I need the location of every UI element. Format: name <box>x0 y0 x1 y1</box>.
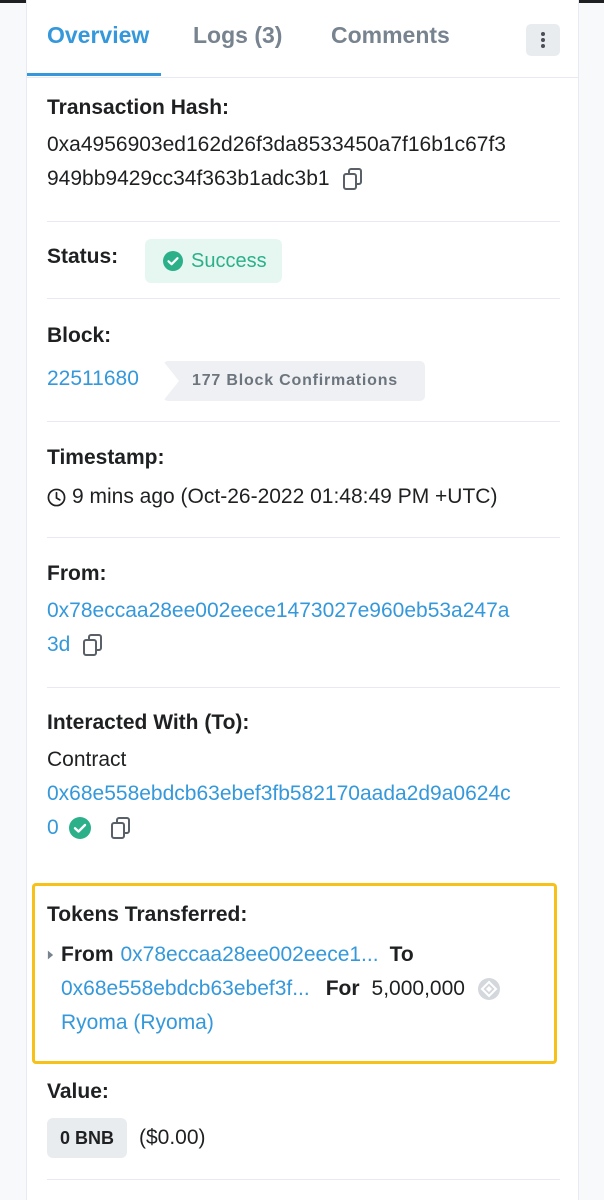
bnb-amount-badge: 0 BNB <box>47 1118 127 1158</box>
status-label: Status: <box>47 245 119 268</box>
to-address-line1[interactable]: 0x68e558ebdcb63ebef3fb582170aada2d9a0624… <box>47 777 560 811</box>
transaction-card: Overview Logs (3) Comments Transaction H… <box>26 0 579 1200</box>
tx-hash-line2-wrap: 949bb9429cc34f363b1adc3b1 <box>47 162 560 196</box>
timestamp-label: Timestamp: <box>47 446 165 469</box>
timestamp-value-wrap: 9 mins ago (Oct-26-2022 01:48:49 PM +UTC… <box>47 480 560 514</box>
block-number-wrap: 22511680 <box>47 362 157 396</box>
token-for-label: For <box>325 977 360 1000</box>
to-contract-prefix: Contract <box>47 748 127 771</box>
timestamp-value: 9 mins ago (Oct-26-2022 01:48:49 PM +UTC… <box>72 485 498 508</box>
copy-icon[interactable] <box>82 633 104 657</box>
from-address-line2[interactable]: 3d <box>47 633 70 656</box>
status-badge: Success <box>145 239 282 283</box>
from-line2-wrap: 3d <box>47 628 560 662</box>
from-address-line1[interactable]: 0x78eccaa28ee002eece1473027e960eb53a247a <box>47 594 560 628</box>
more-options-button[interactable] <box>526 24 560 56</box>
tx-hash-value: 0xa4956903ed162d26f3da8533450a7f16b1c67f… <box>47 128 560 196</box>
divider <box>47 687 560 688</box>
copy-icon[interactable] <box>342 167 364 191</box>
value-label: Value: <box>47 1080 109 1103</box>
check-circle-icon <box>163 251 183 271</box>
to-line2-wrap: 0 <box>47 811 560 845</box>
block-label: Block: <box>47 324 112 347</box>
status-section: Status: <box>47 245 560 269</box>
block-number-link[interactable]: 22511680 <box>47 367 139 390</box>
verified-check-icon <box>68 817 91 839</box>
tx-hash-line1: 0xa4956903ed162d26f3da8533450a7f16b1c67f… <box>47 133 506 156</box>
divider <box>47 421 560 422</box>
to-address-line2[interactable]: 0 <box>47 811 59 845</box>
tab-overview[interactable]: Overview <box>47 22 149 49</box>
tokens-section: Tokens Transferred: <box>47 903 560 927</box>
tab-bar: Overview Logs (3) Comments <box>27 0 578 78</box>
vertical-dots-icon <box>541 32 545 48</box>
tokens-label: Tokens Transferred: <box>47 903 248 926</box>
status-value: Success <box>191 249 267 272</box>
copy-icon[interactable] <box>110 816 132 840</box>
token-from-label: From <box>61 943 114 966</box>
tx-hash-label: Transaction Hash: <box>47 96 230 119</box>
tx-hash-line2: 949bb9429cc34f363b1adc3b1 <box>47 167 330 190</box>
token-amount: 5,000,000 <box>371 977 465 1000</box>
value-section: Value: 0 BNB ($0.00) <box>47 1080 560 1158</box>
value-row: 0 BNB ($0.00) <box>47 1118 560 1158</box>
tab-logs[interactable]: Logs (3) <box>193 22 282 49</box>
token-name-link[interactable]: Ryoma (Ryoma) <box>61 1011 214 1034</box>
usd-value: ($0.00) <box>139 1126 206 1149</box>
token-to-address[interactable]: 0x68e558ebdcb63ebef3f... <box>61 972 310 1006</box>
divider <box>47 221 560 222</box>
from-value: 0x78eccaa28ee002eece1473027e960eb53a247a… <box>47 594 560 662</box>
timestamp-section: Timestamp: 9 mins ago (Oct-26-2022 01:48… <box>47 446 560 514</box>
token-transfer-entry: From 0x78eccaa28ee002eece1... To 0x68e55… <box>47 938 560 1040</box>
block-section: Block: <box>47 324 560 348</box>
from-label: From: <box>47 562 107 585</box>
divider <box>47 537 560 538</box>
token-transfer-line2: 0x68e558ebdcb63ebef3f... For 5,000,000 <box>47 972 560 1006</box>
token-logo-icon <box>477 978 500 1000</box>
to-value: Contract 0x68e558ebdcb63ebef3fb582170aad… <box>47 743 560 845</box>
token-name-line: Ryoma (Ryoma) <box>47 1006 560 1040</box>
to-label: Interacted With (To): <box>47 711 250 734</box>
divider <box>47 1179 560 1180</box>
tab-comments[interactable]: Comments <box>331 22 450 49</box>
clock-icon <box>47 488 66 506</box>
block-confirmations-text: 177 Block Confirmations <box>192 372 399 389</box>
tx-hash-section: Transaction Hash: 0xa4956903ed162d26f3da… <box>47 96 560 196</box>
active-tab-indicator <box>27 73 161 76</box>
to-section: Interacted With (To): Contract 0x68e558e… <box>47 711 560 845</box>
divider <box>47 298 560 299</box>
token-from-address[interactable]: 0x78eccaa28ee002eece1... <box>121 938 379 972</box>
caret-right-icon[interactable] <box>47 950 54 960</box>
token-transfer-line1: From 0x78eccaa28ee002eece1... To <box>47 938 560 972</box>
from-section: From: 0x78eccaa28ee002eece1473027e960eb5… <box>47 562 560 662</box>
block-confirmations-badge: 177 Block Confirmations <box>163 361 425 401</box>
token-to-label: To <box>389 943 414 966</box>
